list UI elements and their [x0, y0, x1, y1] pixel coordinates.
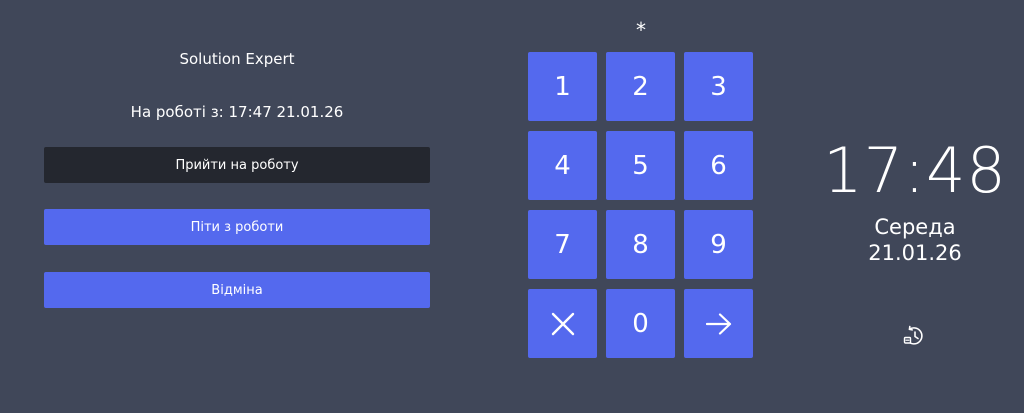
clock-time: 17:48 [823, 134, 1007, 207]
user-name: Solution Expert [179, 50, 295, 68]
key-3[interactable]: 3 [684, 52, 753, 121]
enter-key[interactable] [684, 289, 753, 358]
key-7[interactable]: 7 [528, 210, 597, 279]
key-6[interactable]: 6 [684, 131, 753, 200]
key-0[interactable]: 0 [606, 289, 675, 358]
check-out-button[interactable]: Піти з роботи [44, 209, 430, 245]
clock-date: 21.01.26 [868, 241, 962, 265]
history-icon [903, 325, 923, 345]
clock-panel: 17:48 Середа 21.01.26 [820, 0, 1010, 413]
work-status: На роботі з: 17:47 21.01.26 [130, 103, 344, 121]
cancel-button[interactable]: Відміна [44, 272, 430, 308]
check-in-button[interactable]: Прийти на роботу [44, 147, 430, 183]
arrow-right-icon [705, 312, 731, 335]
key-4[interactable]: 4 [528, 131, 597, 200]
close-icon [551, 312, 574, 335]
clock-weekday: Середа [874, 215, 956, 239]
user-panel: Solution Expert На роботі з: 17:47 21.01… [44, 0, 430, 413]
key-9[interactable]: 9 [684, 210, 753, 279]
key-2[interactable]: 2 [606, 52, 675, 121]
key-8[interactable]: 8 [606, 210, 675, 279]
pin-display: * [636, 18, 646, 42]
key-1[interactable]: 1 [528, 52, 597, 121]
keypad: 1 2 3 4 5 6 7 8 9 0 [528, 52, 754, 358]
history-button[interactable] [902, 324, 926, 348]
key-5[interactable]: 5 [606, 131, 675, 200]
clear-key[interactable] [528, 289, 597, 358]
